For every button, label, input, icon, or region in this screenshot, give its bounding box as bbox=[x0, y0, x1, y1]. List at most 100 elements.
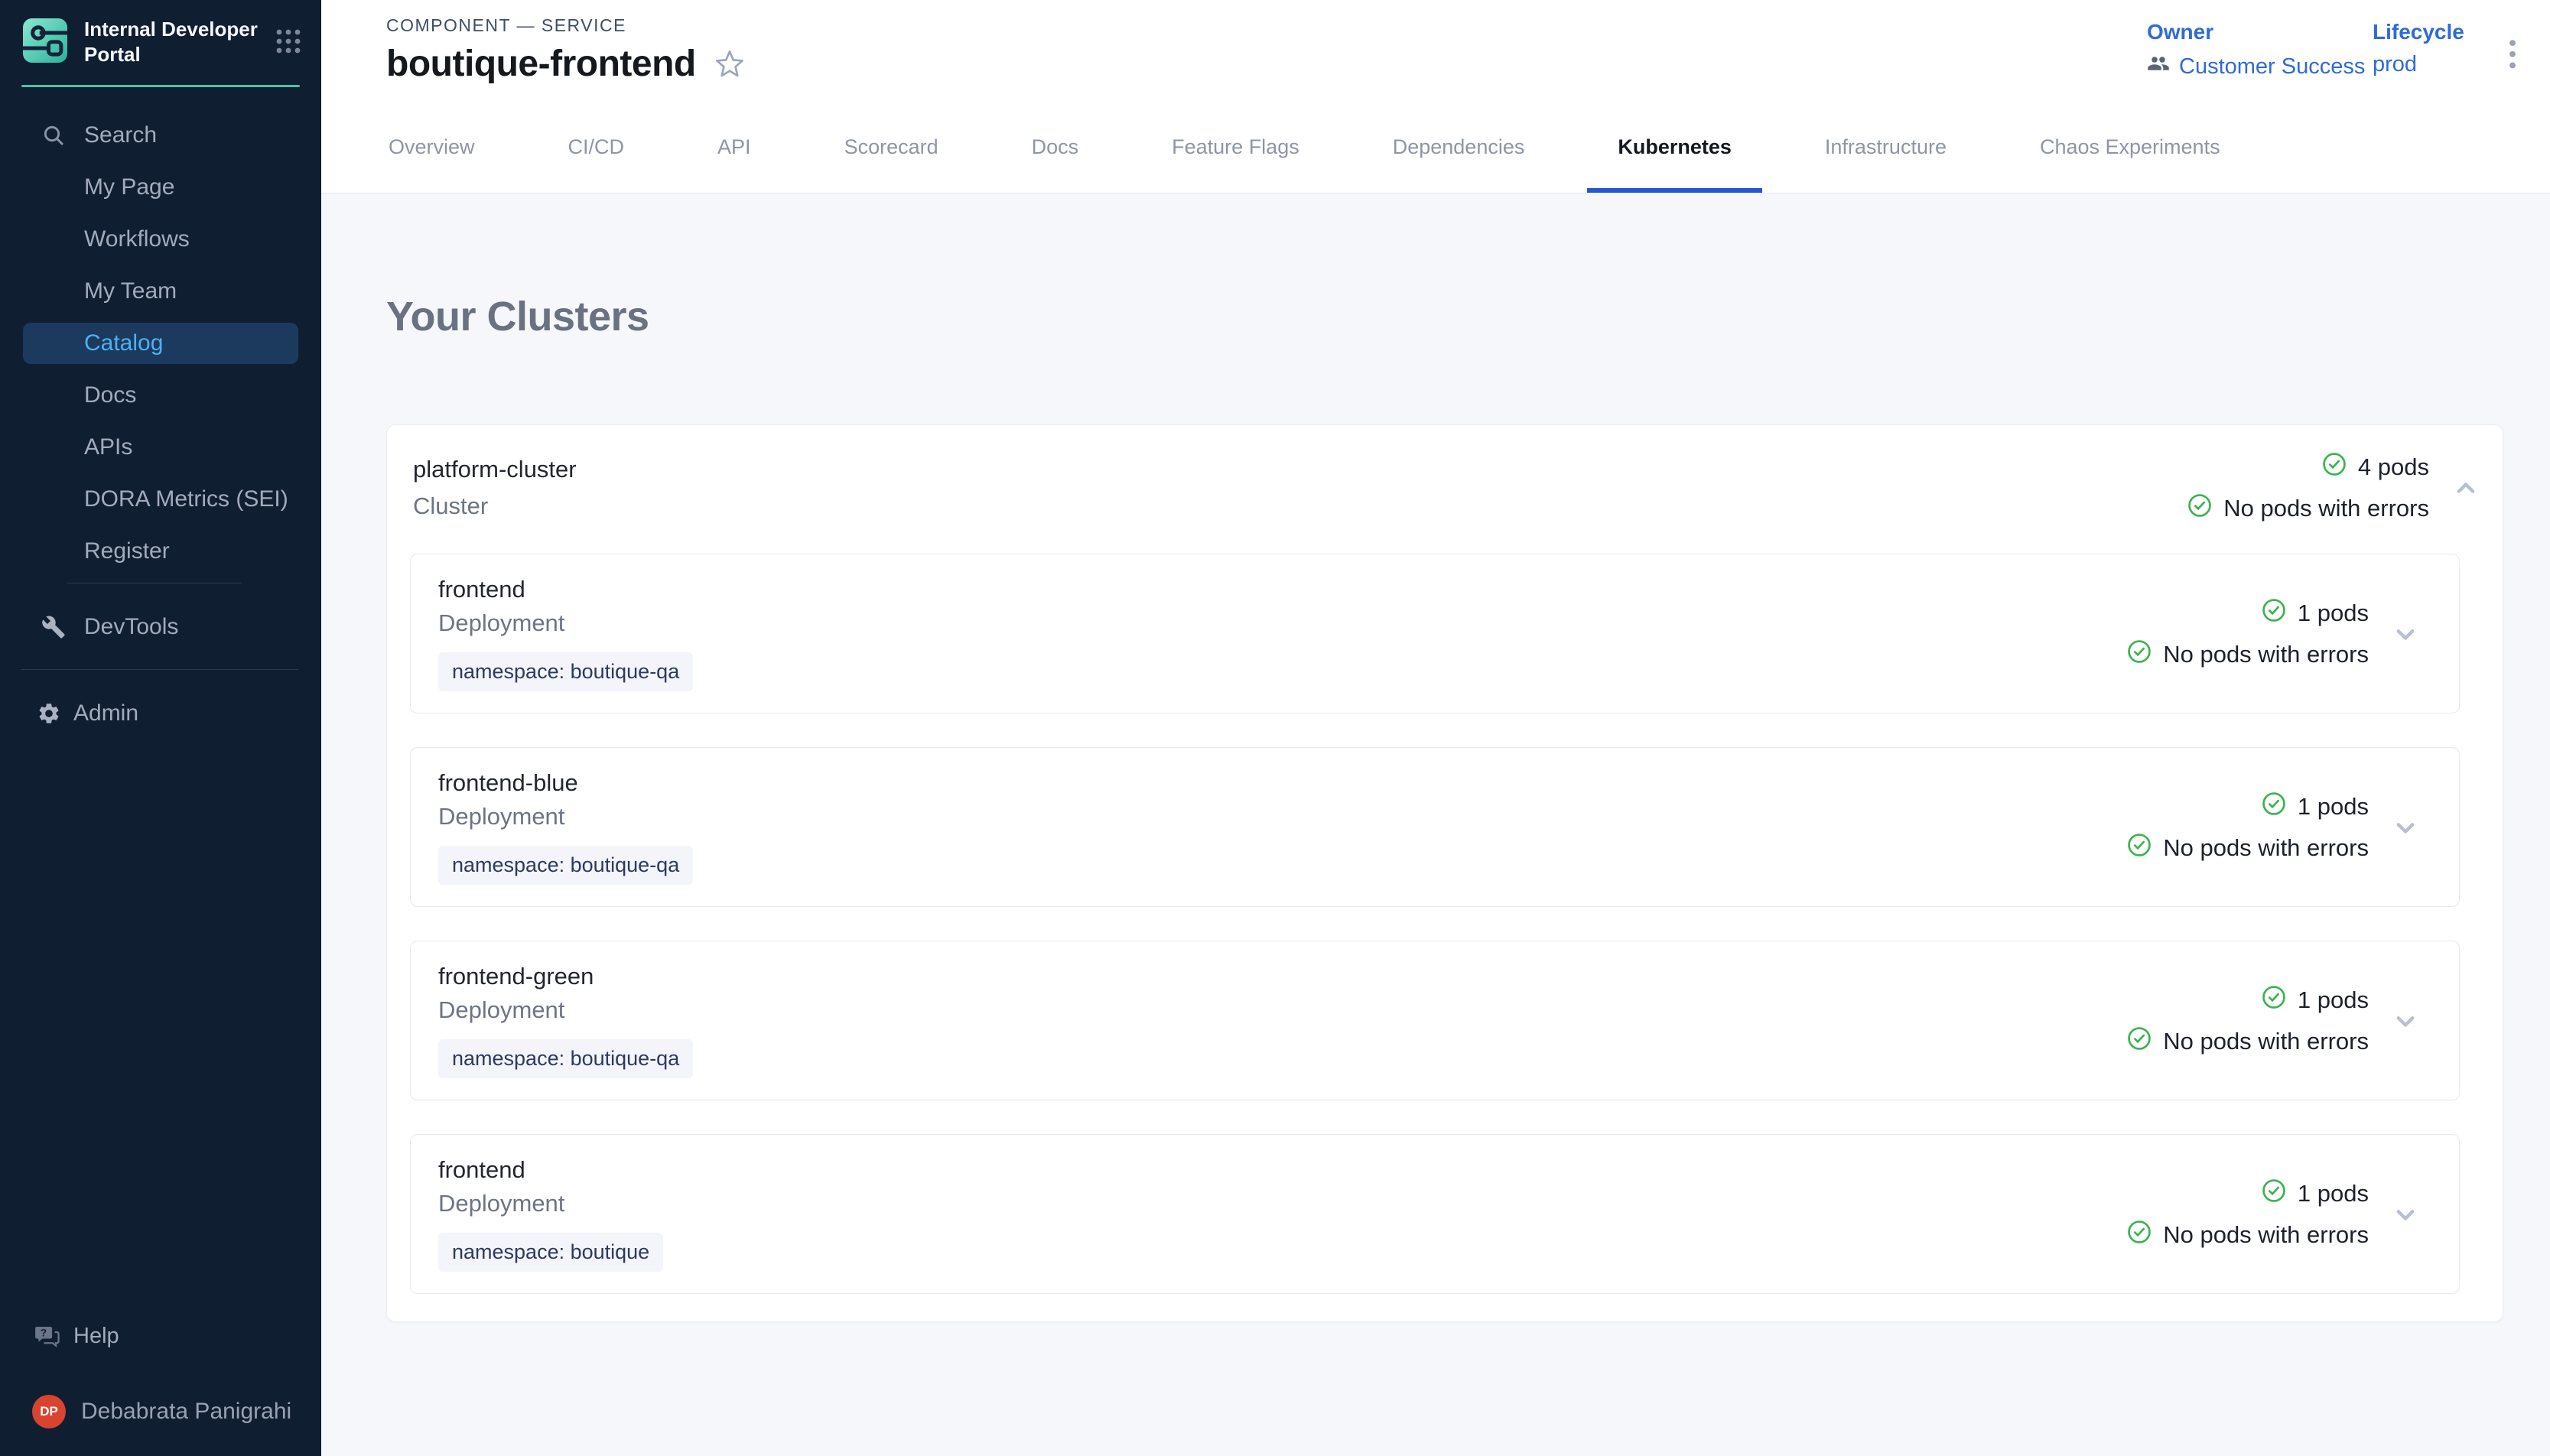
tab-kubernetes[interactable]: Kubernetes bbox=[1587, 101, 1762, 193]
sidebar-item-search[interactable]: Search bbox=[23, 115, 298, 156]
deployment-kind: Deployment bbox=[438, 609, 564, 637]
sidebar-item-label: Docs bbox=[84, 382, 136, 408]
tab-overview[interactable]: Overview bbox=[358, 101, 506, 193]
sidebar-item-catalog[interactable]: Catalog bbox=[23, 323, 298, 364]
deployment-name: frontend bbox=[438, 1156, 525, 1184]
deployment-status: 1 pods No pods with errors bbox=[2126, 1178, 2369, 1251]
lifecycle-value: prod bbox=[2373, 52, 2464, 77]
namespace-chip: namespace: boutique-qa bbox=[438, 846, 693, 885]
check-circle-icon bbox=[2321, 451, 2347, 483]
cluster-info: platform-cluster Cluster bbox=[413, 456, 577, 520]
chevron-down-icon[interactable] bbox=[2389, 1004, 2422, 1038]
sidebar-item-devtools[interactable]: DevTools bbox=[23, 606, 298, 648]
namespace-chip: namespace: boutique bbox=[438, 1233, 663, 1272]
check-circle-icon bbox=[2126, 832, 2152, 864]
sidebar-item-label: DORA Metrics (SEI) bbox=[84, 486, 288, 512]
pods-count: 1 pods bbox=[2298, 793, 2369, 821]
check-circle-icon bbox=[2261, 984, 2287, 1016]
wrench-icon bbox=[23, 615, 84, 639]
chevron-down-icon[interactable] bbox=[2389, 617, 2422, 651]
tab-docs[interactable]: Docs bbox=[1001, 101, 1110, 193]
check-circle-icon bbox=[2126, 1219, 2152, 1251]
pods-errors: No pods with errors bbox=[2163, 834, 2369, 862]
sidebar-item-label: APIs bbox=[84, 434, 132, 460]
people-group-icon bbox=[2147, 52, 2170, 81]
sidebar-item-label: Search bbox=[84, 122, 157, 148]
sidebar-item-docs[interactable]: Docs bbox=[23, 375, 298, 416]
sidebar-item-label: Workflows bbox=[84, 226, 190, 252]
sidebar-item-register[interactable]: Register bbox=[23, 531, 298, 572]
logo-mark-icon bbox=[23, 18, 67, 67]
pods-count: 4 pods bbox=[2358, 453, 2429, 481]
sidebar-item-dora-metrics[interactable]: DORA Metrics (SEI) bbox=[23, 479, 298, 520]
title-row: boutique-frontend bbox=[386, 43, 745, 85]
sidebar-item-my-team[interactable]: My Team bbox=[23, 271, 298, 312]
sidebar-item-apis[interactable]: APIs bbox=[23, 427, 298, 468]
cluster-status: 4 pods No pods with errors bbox=[2187, 451, 2429, 525]
tab-cicd[interactable]: CI/CD bbox=[538, 101, 655, 193]
owner-label: Owner bbox=[2147, 20, 2365, 44]
gear-icon bbox=[23, 701, 73, 726]
check-circle-icon bbox=[2126, 639, 2152, 671]
deployment-card: frontend Deployment namespace: boutique-… bbox=[410, 554, 2460, 713]
sidebar-item-label: Register bbox=[84, 538, 170, 564]
sidebar-item-label: Catalog bbox=[84, 330, 163, 356]
pods-errors: No pods with errors bbox=[2163, 1221, 2369, 1249]
pods-count: 1 pods bbox=[2298, 600, 2369, 627]
page-title: boutique-frontend bbox=[386, 43, 696, 85]
svg-text:?: ? bbox=[41, 1328, 47, 1339]
owner-link[interactable]: Customer Success bbox=[2179, 54, 2365, 80]
deployment-name: frontend-green bbox=[438, 963, 594, 990]
chevron-down-icon[interactable] bbox=[2389, 811, 2422, 844]
user-menu[interactable]: DP Debabrata Panigrahi bbox=[23, 1387, 298, 1436]
deployment-status: 1 pods No pods with errors bbox=[2126, 984, 2369, 1058]
tab-api[interactable]: API bbox=[687, 101, 782, 193]
tab-dependencies[interactable]: Dependencies bbox=[1362, 101, 1556, 193]
sidebar-item-label: Admin bbox=[73, 700, 138, 726]
namespace-chip: namespace: boutique-qa bbox=[438, 652, 693, 691]
tab-scorecard[interactable]: Scorecard bbox=[814, 101, 969, 193]
sidebar-item-my-page[interactable]: My Page bbox=[23, 167, 298, 208]
help-label: Help bbox=[73, 1324, 119, 1349]
sidebar-item-label: My Page bbox=[84, 174, 174, 200]
sidebar-item-workflows[interactable]: Workflows bbox=[23, 219, 298, 260]
check-circle-icon bbox=[2126, 1025, 2152, 1058]
sidebar-item-help[interactable]: ? Help bbox=[23, 1315, 298, 1357]
sidebar-divider bbox=[21, 669, 298, 670]
deployment-info: frontend Deployment namespace: boutique-… bbox=[438, 576, 693, 691]
sidebar-item-admin[interactable]: Admin bbox=[23, 693, 298, 734]
brand-title: Internal Developer Portal bbox=[84, 17, 259, 68]
user-name: Debabrata Panigrahi bbox=[81, 1399, 291, 1425]
namespace-chip: namespace: boutique-qa bbox=[438, 1039, 693, 1078]
sidebar: Internal Developer Portal Search bbox=[0, 0, 321, 1456]
help-chat-icon: ? bbox=[23, 1323, 73, 1349]
deployment-status: 1 pods No pods with errors bbox=[2126, 791, 2369, 864]
deployment-info: frontend-blue Deployment namespace: bout… bbox=[438, 769, 693, 885]
main-area: COMPONENT — SERVICE boutique-frontend Ow… bbox=[321, 0, 2550, 1456]
search-icon bbox=[23, 123, 84, 148]
deployment-info: frontend-green Deployment namespace: bou… bbox=[438, 963, 693, 1078]
favorite-star-icon[interactable] bbox=[714, 49, 745, 80]
chevron-up-icon[interactable] bbox=[2449, 471, 2483, 505]
avatar: DP bbox=[32, 1395, 66, 1428]
deployment-card: frontend-green Deployment namespace: bou… bbox=[410, 941, 2460, 1100]
pods-count: 1 pods bbox=[2298, 1180, 2369, 1207]
kubernetes-content: Your Clusters platform-cluster Cluster bbox=[321, 293, 2550, 1322]
tab-feature-flags[interactable]: Feature Flags bbox=[1141, 101, 1330, 193]
tab-infrastructure[interactable]: Infrastructure bbox=[1794, 101, 1977, 193]
tab-chaos-experiments[interactable]: Chaos Experiments bbox=[2009, 101, 2251, 193]
lifecycle-meta: Lifecycle prod bbox=[2373, 20, 2464, 77]
kebab-menu-icon[interactable] bbox=[2495, 34, 2530, 80]
pods-errors: No pods with errors bbox=[2223, 495, 2429, 522]
owner-meta: Owner Customer Success bbox=[2147, 20, 2365, 81]
pods-errors: No pods with errors bbox=[2163, 1028, 2369, 1055]
sidebar-item-label: My Team bbox=[84, 278, 177, 304]
check-circle-icon bbox=[2261, 791, 2287, 823]
apps-grid-icon[interactable] bbox=[275, 28, 301, 58]
deployment-status: 1 pods No pods with errors bbox=[2126, 597, 2369, 671]
check-circle-icon bbox=[2261, 597, 2287, 629]
cluster-header[interactable]: platform-cluster Cluster 4 po bbox=[387, 425, 2503, 554]
cluster-name: platform-cluster bbox=[413, 456, 577, 483]
chevron-down-icon[interactable] bbox=[2389, 1198, 2422, 1231]
pods-count: 1 pods bbox=[2298, 986, 2369, 1014]
